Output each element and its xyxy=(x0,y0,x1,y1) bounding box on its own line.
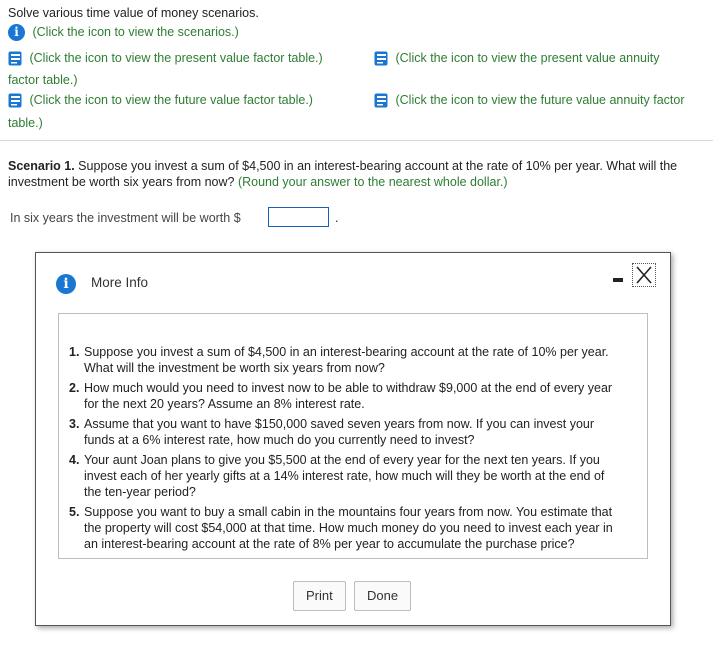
info-icon[interactable]: i xyxy=(8,24,25,41)
fv-factor-link[interactable]: (Click the icon to view the future value… xyxy=(29,93,312,107)
answer-prompt: In six years the investment will be wort… xyxy=(10,211,241,225)
list-item-text: Assume that you want to have $150,000 sa… xyxy=(84,417,595,447)
list-item-text: Suppose you want to buy a small cabin in… xyxy=(84,505,613,551)
list-item: 1. Suppose you invest a sum of $4,500 in … xyxy=(69,344,624,376)
list-item-number: 3. xyxy=(69,417,80,431)
scenarios-link-row[interactable]: i (Click the icon to view the scenarios.… xyxy=(8,24,239,41)
scenario-line-2: investment be worth six years from now? … xyxy=(8,175,508,189)
scenario-text-a: Suppose you invest a sum of $4,500 in an… xyxy=(74,159,678,173)
scenarios-link[interactable]: (Click the icon to view the scenarios.) xyxy=(32,25,238,39)
list-item-number: 4. xyxy=(69,453,80,467)
minimize-icon xyxy=(613,278,623,282)
fv-annuity-link-row[interactable]: (Click the icon to view the future value… xyxy=(374,93,685,108)
dialog-header: i More Info xyxy=(36,253,670,313)
pv-factor-link-row[interactable]: (Click the icon to view the present valu… xyxy=(8,51,323,66)
print-button[interactable]: Print xyxy=(293,581,346,611)
table-book-icon[interactable] xyxy=(374,93,388,108)
scenario-label: Scenario 1. xyxy=(8,159,75,173)
list-item-number: 2. xyxy=(69,381,80,395)
pv-annuity-link-row[interactable]: (Click the icon to view the present valu… xyxy=(374,51,660,66)
list-item-number: 5. xyxy=(69,505,80,519)
answer-suffix: . xyxy=(335,211,339,225)
list-item: 4. Your aunt Joan plans to give you $5,50… xyxy=(69,452,624,500)
close-button[interactable] xyxy=(632,263,656,287)
pv-annuity-link[interactable]: (Click the icon to view the present valu… xyxy=(395,51,659,65)
scenario-line-1: Scenario 1. Suppose you invest a sum of … xyxy=(8,159,677,173)
scenario-list: 1. Suppose you invest a sum of $4,500 in … xyxy=(69,344,624,556)
list-item: 2. How much would you need to invest now … xyxy=(69,380,624,412)
done-button[interactable]: Done xyxy=(354,581,412,611)
list-item-text: Your aunt Joan plans to give you $5,500 … xyxy=(84,453,605,499)
list-item-number: 1. xyxy=(69,345,80,359)
close-icon xyxy=(636,266,652,284)
list-item-text: Suppose you invest a sum of $4,500 in an… xyxy=(84,345,609,375)
table-book-icon[interactable] xyxy=(8,51,22,66)
scenario-hint: (Round your answer to the nearest whole … xyxy=(234,175,508,189)
list-item-text: How much would you need to invest now to… xyxy=(84,381,613,411)
scenario-text-b: investment be worth six years from now? xyxy=(8,175,235,189)
info-icon: i xyxy=(56,274,76,294)
info-content-panel: 1. Suppose you invest a sum of $4,500 in … xyxy=(58,313,648,559)
pv-factor-link[interactable]: (Click the icon to view the present valu… xyxy=(29,51,322,65)
fv-annuity-link[interactable]: (Click the icon to view the future value… xyxy=(395,93,684,107)
minimize-button[interactable] xyxy=(611,264,625,284)
list-item: 3. Assume that you want to have $150,000 … xyxy=(69,416,624,448)
dialog-title: More Info xyxy=(91,275,149,290)
table-book-icon[interactable] xyxy=(374,51,388,66)
answer-input[interactable] xyxy=(268,207,329,227)
table-book-icon[interactable] xyxy=(8,93,22,108)
pv-annuity-link-cont[interactable]: factor table.) xyxy=(8,73,77,87)
divider xyxy=(0,140,713,141)
fv-factor-link-row[interactable]: (Click the icon to view the future value… xyxy=(8,93,313,108)
list-item: 5. Suppose you want to buy a small cabin … xyxy=(69,504,624,552)
fv-annuity-link-cont[interactable]: table.) xyxy=(8,116,43,130)
more-info-dialog: i More Info 1. Suppose you invest a sum o… xyxy=(35,252,671,626)
intro-text: Solve various time value of money scenar… xyxy=(8,6,259,20)
